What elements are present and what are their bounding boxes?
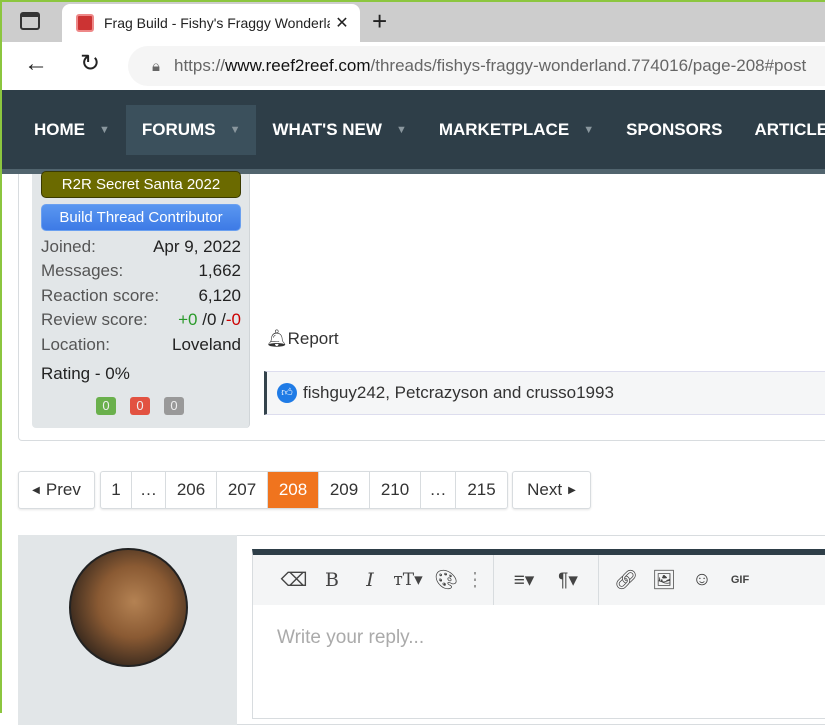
rating-negative-badge: 0 (130, 397, 150, 415)
bold-icon[interactable]: B (313, 569, 351, 591)
browser-tab-bar: Frag Build - Fishy's Fraggy Wonderland ✕… (2, 2, 825, 42)
browser-tab[interactable]: Frag Build - Fishy's Fraggy Wonderland ✕ (62, 4, 360, 42)
user-info-panel: R2R Secret Santa 2022 Build Thread Contr… (32, 171, 250, 428)
link-icon[interactable]: 🔗︎ (607, 568, 645, 592)
font-size-icon[interactable]: тT▾ (389, 570, 427, 590)
rating-neutral-badge: 0 (164, 397, 184, 415)
tab-sidebar-icon[interactable] (20, 12, 40, 30)
value[interactable]: Loveland (172, 335, 241, 355)
page-link[interactable]: 207 (217, 472, 268, 508)
nav-label: FORUMS (141, 119, 216, 139)
next-label: Next (527, 480, 563, 499)
chevron-down-icon[interactable]: ▼ (230, 124, 241, 136)
nav-home[interactable]: HOME ▼ (18, 105, 126, 155)
new-tab-icon[interactable]: + (372, 6, 387, 37)
thumbs-up-icon: 👍︎ (277, 383, 297, 403)
smiley-icon[interactable]: ☺ (683, 569, 721, 591)
align-icon[interactable]: ≡▾ (502, 569, 546, 592)
more-options-icon[interactable]: ⋮ (465, 569, 485, 592)
value: 6,120 (198, 286, 241, 305)
bell-icon: 🔔︎ (266, 329, 288, 348)
url-field[interactable]: 🔒︎ https://www.reef2reef.com/threads/fis… (128, 46, 825, 86)
label: Review score: (41, 310, 148, 329)
nav-marketplace[interactable]: MARKETPLACE ▼ (423, 105, 610, 155)
label: Reaction score: (41, 286, 160, 305)
chevron-down-icon[interactable]: ▼ (99, 124, 110, 136)
label: Joined: (41, 237, 96, 256)
chevron-left-icon: ◀ (32, 484, 40, 496)
back-icon[interactable]: ← (24, 50, 48, 78)
paragraph-icon[interactable]: ¶▾ (546, 569, 590, 592)
nav-label: MARKETPLACE (438, 119, 570, 139)
url-path: /threads/fishys-fraggy-wonderland.774016… (370, 56, 807, 75)
tab-title: Frag Build - Fishy's Fraggy Wonderland (104, 15, 330, 31)
reaction-users[interactable]: fishguy242, Petcrazyson and crusso1993 (303, 383, 614, 403)
rating-positive-badge: 0 (96, 397, 116, 415)
address-bar-row: ← ↻ 🔒︎ https://www.reef2reef.com/threads… (2, 42, 825, 90)
lock-icon: 🔒︎ (152, 57, 160, 75)
reply-input[interactable]: Write your reply... (277, 627, 424, 649)
url-domain: www.reef2reef.com (225, 56, 371, 75)
prev-label: Prev (45, 480, 81, 499)
prev-page-button[interactable]: ◀ Prev (18, 471, 95, 509)
user-banner-contributor: Build Thread Contributor (41, 204, 241, 231)
nav-sponsors[interactable]: SPONSORS (610, 105, 738, 155)
italic-icon[interactable]: I (351, 569, 389, 591)
rating: Rating - 0% (41, 364, 130, 383)
user-banner-secret-santa: R2R Secret Santa 2022 (41, 171, 241, 198)
page-ellipsis[interactable]: … (421, 472, 456, 508)
toolbar-divider (493, 555, 494, 605)
page-current[interactable]: 208 (268, 472, 319, 508)
main-nav: HOME ▼ FORUMS ▼ WHAT'S NEW ▼ MARKETPLACE ▼ S… (2, 90, 825, 169)
review-row: Review score: +0 /0 /-0 (41, 310, 241, 330)
reactions-bar[interactable]: 👍︎ fishguy242, Petcrazyson and crusso1993 (264, 371, 825, 415)
nav-whats-new[interactable]: WHAT'S NEW ▼ (256, 105, 422, 155)
reaction-row: Reaction score: 6,120 (41, 286, 241, 306)
value: Apr 9, 2022 (153, 237, 241, 256)
nav-label: ARTICLES (754, 119, 825, 139)
site-favicon-icon (76, 14, 94, 32)
reply-editor: ⌫ B I тT▾ 🎨︎ ⋮ ≡▾ ¶▾ 🔗︎ 🖼︎ ☺ GIF Write y… (252, 549, 825, 719)
avatar[interactable] (69, 548, 188, 667)
close-tab-icon[interactable]: ✕ (330, 13, 354, 33)
eraser-icon[interactable]: ⌫ (275, 569, 313, 592)
page-link[interactable]: 209 (319, 472, 370, 508)
toolbar-divider (598, 555, 599, 605)
review-positive: +0 (178, 310, 198, 329)
nav-label: SPONSORS (626, 119, 723, 139)
report-label: Report (287, 329, 339, 348)
review-neutral: /0 / (197, 310, 226, 329)
page-numbers: 1 … 206 207 208 209 210 … 215 (100, 471, 508, 509)
page-link[interactable]: 215 (456, 472, 507, 508)
label: Messages: (41, 261, 124, 280)
next-page-button[interactable]: Next ▶ (512, 471, 591, 509)
location-row: Location: Loveland (41, 335, 241, 355)
url-prefix: https:// (173, 56, 226, 75)
chevron-down-icon[interactable]: ▼ (396, 124, 407, 136)
page-ellipsis[interactable]: … (132, 472, 166, 508)
nav-label: HOME (34, 119, 85, 139)
page-link[interactable]: 1 (101, 472, 132, 508)
chevron-right-icon: ▶ (568, 484, 576, 496)
page-link[interactable]: 210 (370, 472, 421, 508)
label: Location: (41, 335, 110, 354)
nav-forums[interactable]: FORUMS ▼ (125, 104, 257, 155)
joined-row: Joined: Apr 9, 2022 (41, 237, 241, 257)
messages-row: Messages: 1,662 (41, 261, 241, 281)
gif-icon[interactable]: GIF (721, 574, 759, 586)
value[interactable]: 1,662 (198, 261, 241, 281)
editor-toolbar: ⌫ B I тT▾ 🎨︎ ⋮ ≡▾ ¶▾ 🔗︎ 🖼︎ ☺ GIF (253, 555, 825, 605)
image-icon[interactable]: 🖼︎ (645, 568, 683, 592)
nav-label: WHAT'S NEW (272, 119, 382, 139)
page-link[interactable]: 206 (166, 472, 217, 508)
review-negative: -0 (225, 310, 241, 329)
nav-articles[interactable]: ARTICLES (738, 105, 825, 155)
report-link[interactable]: 🔔︎Report (266, 329, 339, 349)
palette-icon[interactable]: 🎨︎ (427, 568, 465, 592)
reload-icon[interactable]: ↻ (80, 49, 100, 78)
chevron-down-icon[interactable]: ▼ (583, 124, 594, 136)
